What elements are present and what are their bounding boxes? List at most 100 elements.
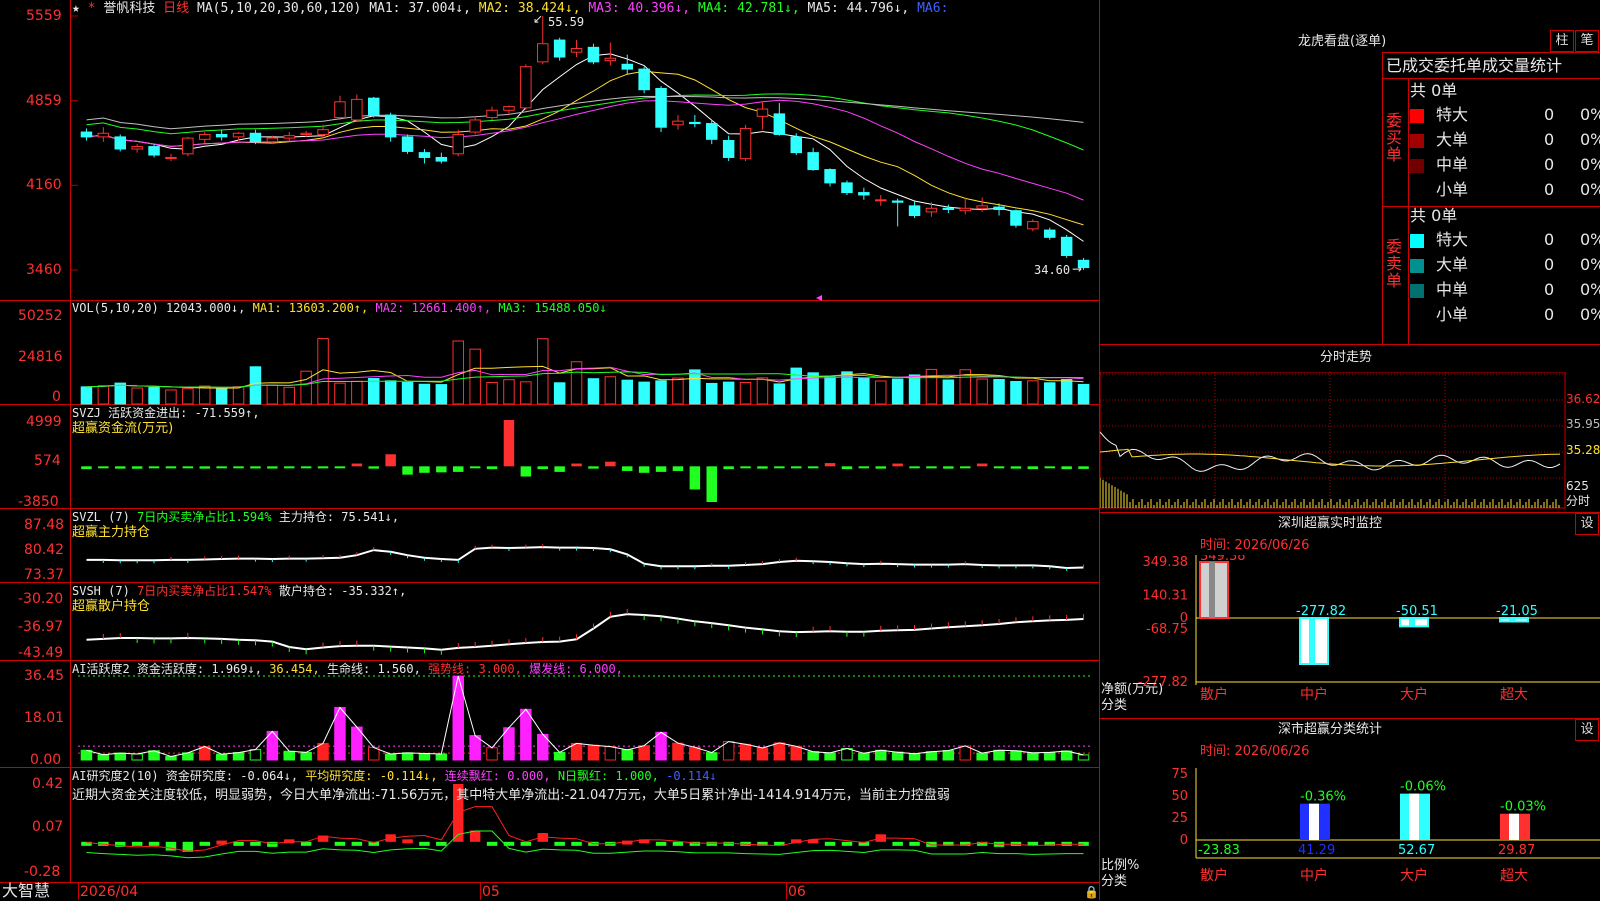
volume-bar (520, 381, 532, 405)
ai-active-bar (283, 750, 295, 761)
ai-active-bar (97, 754, 110, 761)
candle-body (959, 207, 971, 212)
intraday-chart[interactable] (1100, 372, 1600, 512)
sh-axis-label: 75 (1171, 767, 1188, 782)
ma6-value: MA6: (917, 1, 949, 16)
volume-bar (638, 381, 650, 405)
price-axis-label: 4160 (26, 177, 62, 193)
sz-settings-button[interactable]: 设 (1575, 513, 1599, 535)
ai-active-bar (114, 752, 126, 761)
svzj-bar (537, 466, 548, 470)
sh-settings-button[interactable]: 设 (1575, 719, 1599, 741)
price-header: ★ * 誉帆科技 日线 MA(5,10,20,30,60,120) MA1: 3… (72, 1, 948, 16)
stock-name[interactable]: 誉帆科技 (103, 1, 155, 16)
candle-body (401, 136, 414, 152)
candle-body (925, 207, 938, 213)
candle-body (165, 156, 177, 159)
candle-body (486, 109, 498, 119)
vol-ma1: MA1: 13603.200↑, (252, 301, 369, 315)
candle-body (317, 129, 329, 135)
svzj-bar (571, 463, 582, 467)
dragon-title: 龙虎看盘(逐单) (1298, 34, 1387, 49)
ma2-value: MA2: 38.424↓, (478, 1, 581, 16)
svzj-axis-label: 574 (34, 453, 61, 469)
volume-bar (655, 380, 667, 405)
candle-body (756, 108, 769, 117)
chart-canvas[interactable] (0, 0, 1100, 900)
volume-bar (435, 384, 448, 405)
svsh-ratio: 7日内买卖净占比1.547% (137, 584, 272, 598)
svzj-bar (1078, 466, 1089, 469)
svzj-bar (469, 466, 481, 469)
ma1-line (86, 53, 1084, 242)
volume-bar (182, 388, 194, 405)
ai-active-bar (841, 747, 853, 761)
ai-active-bar (317, 742, 329, 761)
svzj-bar (436, 466, 447, 473)
candle-body (655, 87, 667, 128)
candle-body (80, 131, 93, 138)
ai-active-bar (993, 749, 1005, 761)
svzl-axis-label: 80.42 (24, 542, 65, 558)
volume-bar (976, 378, 988, 405)
candle-body (587, 46, 600, 63)
ai-research-bar (571, 841, 582, 846)
svzj-bar (334, 466, 346, 469)
sz-axis-label: 349.38 (1143, 555, 1189, 570)
volume-bar (689, 369, 701, 405)
ai-active-bar (604, 746, 617, 761)
sh-stats-chart: 75 50 25 0 -23.83 散户 -0.36% 41.29 中户 -0.06% 52.67 大… (1171, 767, 1600, 884)
candle-body (334, 101, 346, 119)
ai-active-bar (165, 756, 177, 761)
period-label[interactable]: 日线 (163, 1, 189, 16)
order-color-swatch (1410, 283, 1424, 298)
candle-body (503, 106, 515, 111)
svzj-bar (98, 466, 109, 469)
intraday-title: 分时走势 (1320, 350, 1373, 365)
candle-body (283, 135, 295, 139)
svzj-bar (165, 466, 177, 469)
volume-bar (503, 379, 515, 405)
svzj-subtitle: 超赢资金流(万元) (72, 421, 174, 436)
ai-research-bar (131, 841, 143, 846)
volume-bar (97, 385, 110, 405)
candle-body (1044, 229, 1056, 238)
svzl-line (86, 546, 1084, 570)
svzj-bar (622, 466, 633, 471)
sz-monitor-title: 深圳超赢实时监控 (1278, 516, 1383, 531)
order-count: 0 (1544, 255, 1555, 274)
vol-axis-label: 50252 (18, 308, 63, 324)
sz-value-label: -277.82 (1296, 604, 1346, 619)
bar-mode-button[interactable]: 柱 (1550, 30, 1574, 52)
svzj-bar (926, 466, 937, 469)
lock-icon[interactable]: 🔒 (1084, 885, 1099, 899)
ai-research-header: AI研究度2(10) 资金研究度: -0.064↓, 平均研究度: -0.114… (72, 769, 717, 783)
ai-active-lifeline: 生命线: 1.560, (327, 662, 421, 676)
ai-research-bar (199, 841, 210, 846)
svzj-bar (824, 463, 836, 467)
candle-body (97, 132, 110, 138)
intraday-axis-label: 36.62 (1566, 392, 1600, 406)
sell-total: 共 0单 (1410, 206, 1458, 225)
svzl-value: 主力持仓: 75.541↓, (278, 510, 400, 524)
ai-active-bar (1044, 751, 1056, 761)
pen-mode-button[interactable]: 笔 (1575, 30, 1599, 52)
volume-bar (621, 379, 633, 405)
order-percent: 0% (1580, 180, 1600, 199)
ai-active-bar (587, 744, 600, 761)
candle-body (638, 68, 650, 91)
ai-research-bar (926, 841, 937, 847)
volume-bar (993, 379, 1005, 405)
candle-body (182, 137, 194, 155)
ai-active-bar (959, 745, 971, 761)
volume-bar (401, 381, 414, 405)
ai-active-bar (875, 749, 887, 761)
order-type-label: 小单 (1436, 180, 1469, 199)
candle-body (469, 119, 481, 133)
svzl-axis-label: 73.37 (24, 567, 65, 583)
favorite-star-icon[interactable]: ★ (72, 1, 80, 16)
ai-active-bar (300, 751, 312, 761)
ai-active-bar (1077, 754, 1090, 761)
sz-value-label: 349.38 (1200, 555, 1246, 564)
ai-active-bar (773, 742, 786, 761)
